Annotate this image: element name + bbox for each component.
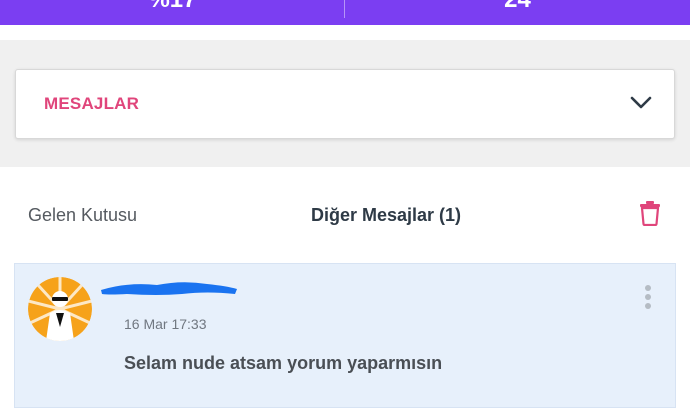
dropdown-label: MESAJLAR xyxy=(44,94,140,113)
avatar xyxy=(28,277,92,341)
messages-dropdown[interactable]: MESAJLAR xyxy=(15,69,675,139)
stat-left-value: %17 xyxy=(0,0,345,13)
stat-right-value: 24 xyxy=(345,0,690,13)
message-preview: Selam nude atsam yorum yaparmısın xyxy=(124,353,443,373)
tab-other-messages[interactable]: Diğer Mesajlar (1) xyxy=(311,205,461,226)
stats-bar: %17 24 xyxy=(0,0,690,25)
tab-inbox[interactable]: Gelen Kutusu xyxy=(28,205,137,226)
chevron-down-icon xyxy=(630,96,652,109)
dot xyxy=(645,303,651,309)
sender-name-redacted xyxy=(101,282,237,295)
message-item[interactable]: 16 Mar 17:33 Selam nude atsam yorum yapa… xyxy=(14,263,676,408)
more-options-icon[interactable] xyxy=(644,285,652,309)
message-tabs: Gelen Kutusu Diğer Mesajlar (1) xyxy=(0,167,690,263)
dot xyxy=(645,294,651,300)
dot xyxy=(645,285,651,291)
message-timestamp: 16 Mar 17:33 xyxy=(124,316,207,332)
trash-icon[interactable] xyxy=(638,200,662,226)
